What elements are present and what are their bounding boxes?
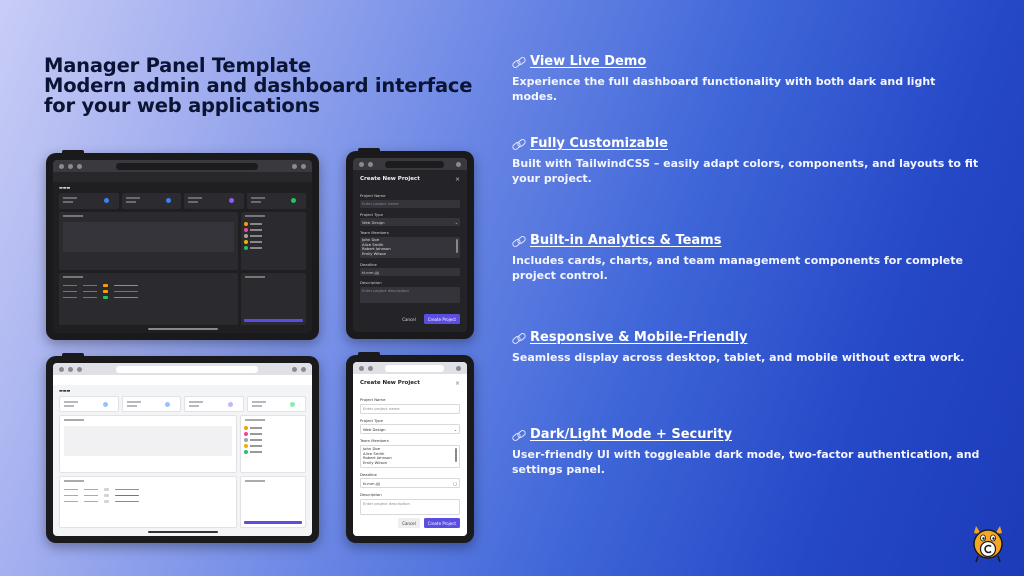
feature-heading-text[interactable]: Built-in Analytics & Teams [530,233,721,248]
create-project-button[interactable]: Create Project [423,314,460,324]
feature-heading-link[interactable]: Responsive & Mobile-Friendly [512,330,982,345]
list-scrollbar[interactable] [455,447,457,462]
link-icon [512,333,526,343]
hero-title: Manager Panel Template Modern admin and … [44,56,484,116]
list-scrollbar[interactable] [456,238,458,253]
deadline-input[interactable]: tt.mm.jjjj □ [360,478,460,489]
create-project-modal-dark: Create New Project × Project Name Enter p… [353,170,467,332]
project-type-label: Project Type [360,211,383,217]
light-modal-screen: Create New Project × Project Name Enter p… [353,362,467,536]
feature-description: Includes cards, charts, and team managem… [512,254,963,282]
link-icon [512,236,526,246]
link-icon [512,139,526,149]
feature-description: User-friendly UI with toggleable dark mo… [512,448,980,476]
project-name-label: Project Name [360,397,386,402]
feature-heading-text[interactable]: Responsive & Mobile-Friendly [530,330,747,345]
team-members-list[interactable]: John Doe Alice Smith Robert Johnson Emil… [360,444,460,468]
description-label: Description [360,492,382,498]
feature-heading-text[interactable]: View Live Demo [530,54,646,69]
chart-placeholder [63,222,234,252]
description-textarea[interactable]: Enter project description [360,286,460,303]
url-bar [116,162,258,170]
feature-customizable: Fully Customizable Built with TailwindCS… [512,136,982,186]
project-type-label: Project Type [360,417,383,423]
feature-live-demo: View Live Demo Experience the full dashb… [512,54,982,104]
project-type-value: Web Design [362,219,385,225]
title-line-2: Modern admin and dashboard interface [44,74,473,97]
calendar-icon: □ [453,480,457,486]
title-line-1: Manager Panel Template [44,54,311,77]
feature-description: Experience the full dashboard functional… [512,75,936,103]
link-icon [512,430,526,440]
project-name-label: Project Name [360,193,386,198]
project-name-input[interactable]: Enter project name [360,199,460,208]
feature-heading-text[interactable]: Dark/Light Mode + Security [530,427,732,442]
dark-modal-screen: Create New Project × Project Name Enter p… [353,158,467,332]
deadline-label: Deadline [360,471,377,477]
title-line-3: for your web applications [44,94,320,117]
deadline-label: Deadline [360,261,377,267]
close-icon[interactable]: × [455,380,460,387]
light-dashboard-screen: ▬▬▬ [53,363,312,536]
dark-modal-preview: Create New Project × Project Name Enter p… [346,148,474,339]
dark-dashboard-preview: ▬▬▬ [46,150,319,340]
feature-analytics-teams: Built-in Analytics & Teams Includes card… [512,233,982,283]
close-icon[interactable]: × [455,176,460,183]
create-project-modal-light: Create New Project × Project Name Enter p… [353,374,467,536]
feature-description: Seamless display across desktop, tablet,… [512,351,965,364]
project-type-select[interactable]: Web Design ⌄ [360,424,460,434]
team-members-list[interactable]: John Doe Alice Smith Robert Johnson Emil… [360,236,460,258]
light-dashboard-preview: ▬▬▬ [46,353,319,543]
project-type-select[interactable]: Web Design ⌄ [360,218,460,226]
team-members-label: Team Members [360,230,389,235]
deadline-value: tt.mm.jjjj [362,269,380,275]
mascot-icon [973,526,1003,563]
team-members-label: Team Members [360,438,389,443]
modal-title: Create New Project [360,176,420,182]
dashboard-heading: ▬▬▬ [59,185,71,190]
description-textarea[interactable]: Enter project description [360,498,460,515]
feature-heading-link[interactable]: View Live Demo [512,54,982,69]
feature-responsive: Responsive & Mobile-Friendly Seamless di… [512,330,982,366]
deadline-value: tt.mm.jjjj [363,480,381,486]
cancel-button[interactable]: Cancel [398,518,420,528]
feature-heading-link[interactable]: Built-in Analytics & Teams [512,233,982,248]
link-icon [512,57,526,67]
chevron-down-icon: ⌄ [454,219,458,225]
create-project-button[interactable]: Create Project [423,518,460,528]
deadline-input[interactable]: tt.mm.jjjj [360,268,460,277]
team-member-option[interactable]: Emily Wilson [362,251,458,257]
project-type-value: Web Design [363,426,386,432]
feature-heading-link[interactable]: Dark/Light Mode + Security [512,427,982,442]
feature-heading-link[interactable]: Fully Customizable [512,136,982,151]
description-label: Description [360,280,382,286]
feature-heading-text[interactable]: Fully Customizable [530,136,668,151]
browser-bar [53,160,312,172]
light-modal-preview: Create New Project × Project Name Enter p… [346,352,474,543]
modal-title: Create New Project [360,380,420,386]
cancel-button[interactable]: Cancel [398,314,420,324]
feature-description: Built with TailwindCSS – easily adapt co… [512,157,979,185]
feature-darkmode-security: Dark/Light Mode + Security User-friendly… [512,427,982,477]
chevron-down-icon: ⌄ [453,426,457,432]
project-name-input[interactable]: Enter project name [360,403,460,414]
team-member-option[interactable]: Emily Wilson [363,460,457,466]
dark-dashboard-screen: ▬▬▬ [53,160,312,333]
